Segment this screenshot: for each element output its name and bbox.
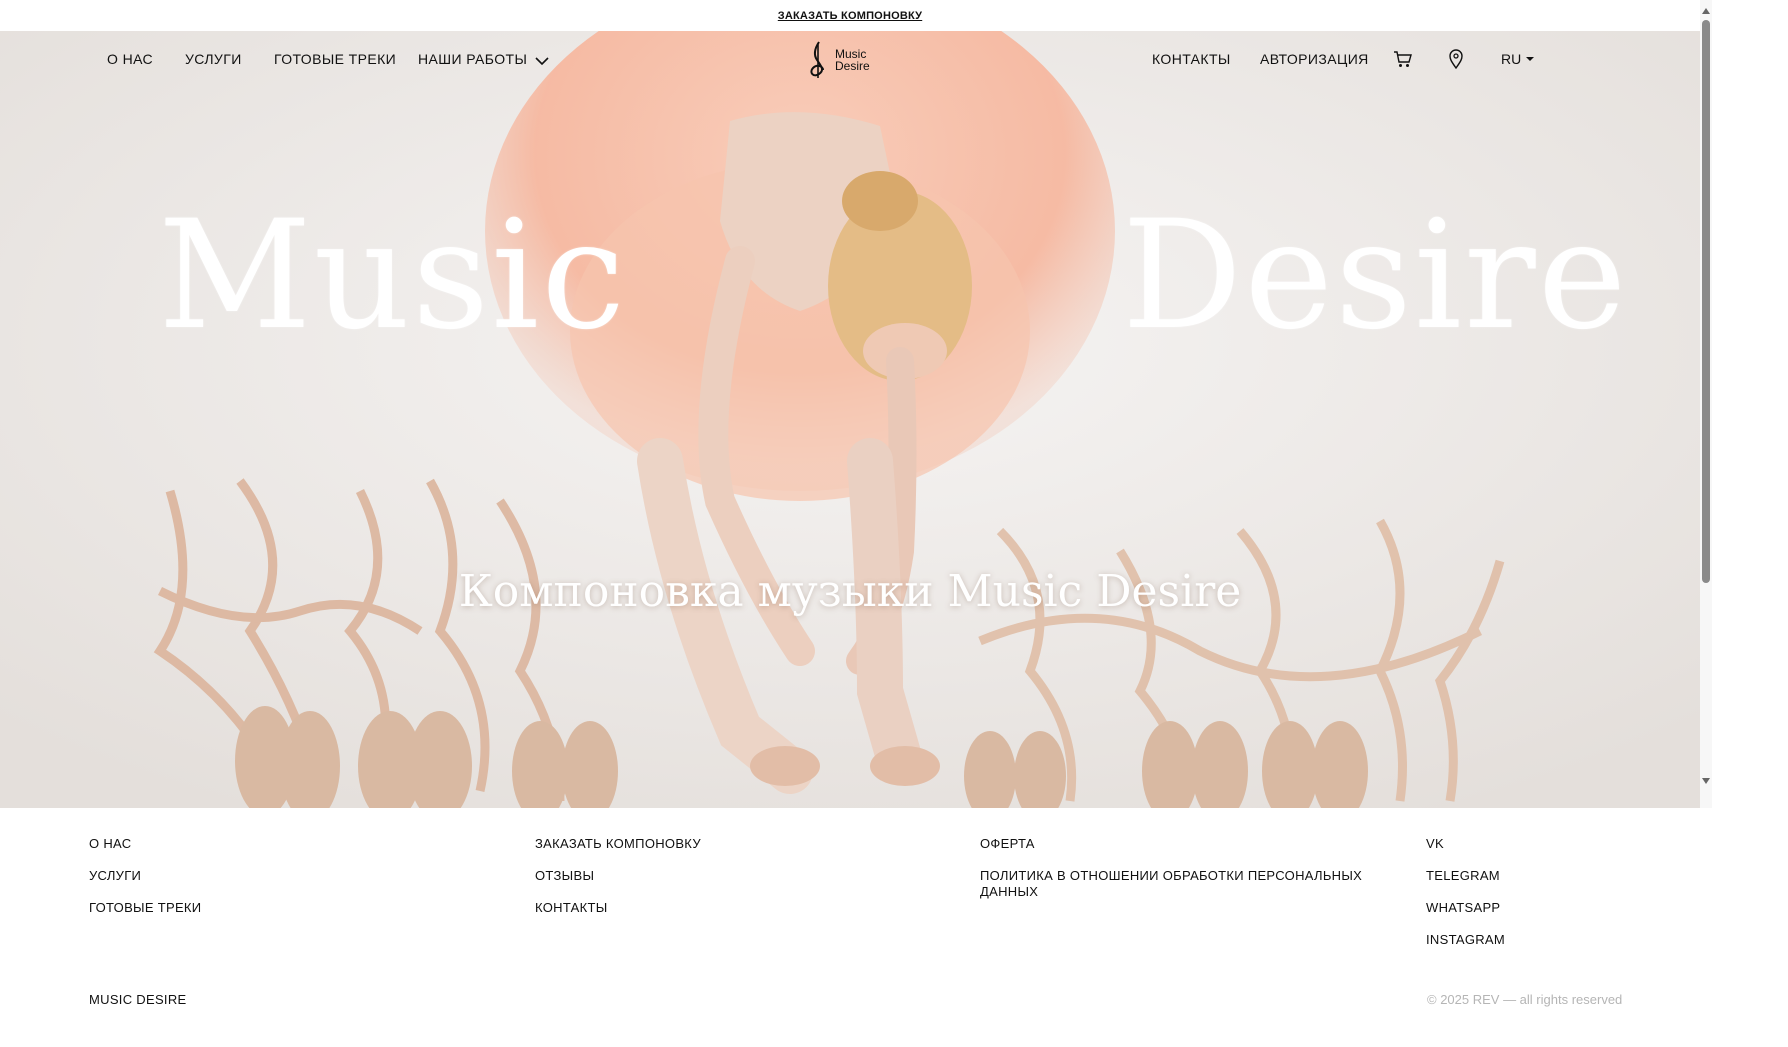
- footer-copyright: © 2025 REV — all rights reserved: [1427, 992, 1623, 1007]
- footer-link-offer[interactable]: ОФЕРТА: [980, 836, 1370, 852]
- site-footer: О НАС УСЛУГИ ГОТОВЫЕ ТРЕКИ ЗАКАЗАТЬ КОМП…: [0, 808, 1700, 1047]
- hero-subtitle: Компоновка музыки Music Desire: [458, 566, 1242, 617]
- order-arrangement-link[interactable]: ЗАКАЗАТЬ КОМПОНОВКУ: [778, 10, 922, 22]
- footer-column-social: VK TELEGRAM WHATSAPP INSTAGRAM: [1426, 836, 1505, 964]
- footer-link-services[interactable]: УСЛУГИ: [89, 868, 201, 884]
- site-logo[interactable]: Music Desire: [805, 39, 873, 81]
- page-scrollbar[interactable]: [1700, 0, 1712, 808]
- nav-our-works-label: НАШИ РАБОТЫ: [418, 51, 528, 67]
- main-navigation: О НАС УСЛУГИ ГОТОВЫЕ ТРЕКИ НАШИ РАБОТЫ M…: [0, 31, 1700, 87]
- footer-link-instagram[interactable]: INSTAGRAM: [1426, 932, 1505, 948]
- language-selector[interactable]: RU: [1501, 51, 1535, 67]
- cart-icon[interactable]: [1393, 49, 1413, 69]
- nav-services[interactable]: УСЛУГИ: [185, 51, 242, 67]
- hero-section: Music Desire Компоновка музыки Music Des…: [0, 31, 1700, 808]
- footer-link-telegram[interactable]: TELEGRAM: [1426, 868, 1505, 884]
- footer-link-about[interactable]: О НАС: [89, 836, 201, 852]
- scroll-up-arrow-icon[interactable]: [1702, 8, 1710, 14]
- hero-title-left: Music: [158, 189, 628, 363]
- scrollbar-thumb[interactable]: [1702, 20, 1710, 583]
- nav-our-works[interactable]: НАШИ РАБОТЫ: [418, 51, 549, 67]
- footer-brand: MUSIC DESIRE: [89, 992, 187, 1007]
- chevron-down-icon: [535, 57, 549, 66]
- treble-clef-logo-icon: [810, 41, 824, 78]
- hero-title-right: Desire: [1122, 189, 1629, 363]
- nav-ready-tracks[interactable]: ГОТОВЫЕ ТРЕКИ: [274, 51, 396, 67]
- scroll-down-arrow-icon[interactable]: [1702, 778, 1710, 784]
- nav-authorization[interactable]: АВТОРИЗАЦИЯ: [1260, 51, 1369, 67]
- footer-link-vk[interactable]: VK: [1426, 836, 1505, 852]
- footer-link-order-arrangement[interactable]: ЗАКАЗАТЬ КОМПОНОВКУ: [535, 836, 701, 852]
- nav-contacts[interactable]: КОНТАКТЫ: [1152, 51, 1231, 67]
- footer-link-contacts[interactable]: КОНТАКТЫ: [535, 900, 701, 916]
- top-announcement-bar: ЗАКАЗАТЬ КОМПОНОВКУ: [0, 0, 1700, 31]
- location-pin-icon[interactable]: [1448, 49, 1464, 69]
- footer-link-privacy-policy[interactable]: ПОЛИТИКА В ОТНОШЕНИИ ОБРАБОТКИ ПЕРСОНАЛЬ…: [980, 868, 1370, 900]
- hero-ballerina-image: [0, 31, 1700, 808]
- footer-column-nav: О НАС УСЛУГИ ГОТОВЫЕ ТРЕКИ: [89, 836, 201, 932]
- footer-column-legal: ОФЕРТА ПОЛИТИКА В ОТНОШЕНИИ ОБРАБОТКИ ПЕ…: [980, 836, 1370, 916]
- footer-column-order: ЗАКАЗАТЬ КОМПОНОВКУ ОТЗЫВЫ КОНТАКТЫ: [535, 836, 701, 932]
- caret-down-icon: [1526, 57, 1535, 61]
- footer-link-ready-tracks[interactable]: ГОТОВЫЕ ТРЕКИ: [89, 900, 201, 916]
- logo-text: Music Desire: [835, 48, 870, 72]
- language-selector-label: RU: [1501, 51, 1522, 67]
- footer-link-whatsapp[interactable]: WHATSAPP: [1426, 900, 1505, 916]
- footer-link-reviews[interactable]: ОТЗЫВЫ: [535, 868, 701, 884]
- nav-about[interactable]: О НАС: [107, 51, 153, 67]
- logo-text-line-2: Desire: [835, 59, 870, 73]
